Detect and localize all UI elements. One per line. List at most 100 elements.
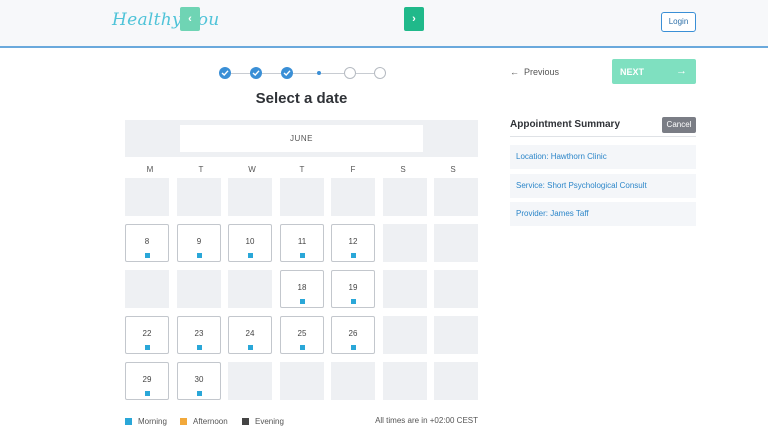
calendar-day-30[interactable]: 30 — [177, 362, 221, 400]
calendar-day-29[interactable]: 29 — [125, 362, 169, 400]
calendar-day-23[interactable]: 23 — [177, 316, 221, 354]
month-navigator: JUNE — [125, 120, 478, 157]
summary-provider: Provider: James Taff — [510, 202, 696, 226]
calendar-cell-empty — [228, 362, 272, 400]
cancel-button[interactable]: Cancel — [662, 117, 696, 133]
day-number: 8 — [144, 237, 150, 246]
day-number: 23 — [194, 329, 204, 338]
calendar-day-26[interactable]: 26 — [331, 316, 375, 354]
step-connector — [293, 73, 317, 74]
calendar-day-24[interactable]: 24 — [228, 316, 272, 354]
next-month-button[interactable]: › — [404, 7, 424, 31]
calendar-cell-empty — [125, 270, 169, 308]
progress-stepper — [219, 66, 386, 80]
month-label: JUNE — [290, 134, 313, 143]
calendar-cell-empty — [383, 362, 427, 400]
calendar-cell-empty — [383, 316, 427, 354]
morning-slot-marker — [300, 299, 305, 304]
morning-slot-marker — [197, 391, 202, 396]
header: Healthy You Login — [0, 0, 768, 48]
calendar-cell-empty — [280, 362, 324, 400]
login-button[interactable]: Login — [661, 12, 696, 32]
divider — [510, 136, 696, 137]
morning-slot-marker — [351, 345, 356, 350]
calendar-cell-empty — [331, 178, 375, 216]
morning-slot-marker — [248, 253, 253, 258]
calendar-cell-empty — [434, 178, 478, 216]
morning-slot-marker — [145, 345, 150, 350]
step-pending — [344, 67, 356, 79]
step-connector — [231, 73, 250, 74]
day-number: 26 — [348, 329, 358, 338]
weekday-label: S — [400, 165, 406, 174]
calendar-day-22[interactable]: 22 — [125, 316, 169, 354]
day-number: 9 — [196, 237, 202, 246]
day-number: 29 — [142, 375, 152, 384]
day-number: 22 — [142, 329, 152, 338]
legend-evening-label: Evening — [255, 417, 284, 426]
morning-slot-marker — [351, 253, 356, 258]
day-number: 11 — [297, 237, 307, 246]
legend-afternoon-label: Afternoon — [193, 417, 228, 426]
calendar-day-19[interactable]: 19 — [331, 270, 375, 308]
calendar-cell-empty — [177, 178, 221, 216]
day-number: 24 — [245, 329, 255, 338]
logo[interactable]: Healthy You — [112, 10, 219, 30]
calendar-cell-empty — [434, 224, 478, 262]
weekday-label: S — [450, 165, 456, 174]
calendar-cell-empty — [280, 178, 324, 216]
calendar-cell-empty — [228, 270, 272, 308]
calendar-cell-empty — [331, 362, 375, 400]
weekday-label: W — [248, 165, 256, 174]
calendar-day-8[interactable]: 8 — [125, 224, 169, 262]
back-arrow-icon: ← — [510, 67, 519, 77]
morning-slot-marker — [145, 391, 150, 396]
morning-slot-marker — [300, 345, 305, 350]
weekday-label: T — [299, 165, 305, 174]
calendar-cell-empty — [383, 178, 427, 216]
next-button[interactable]: NEXT → — [612, 59, 696, 84]
step-connector — [321, 73, 344, 74]
day-number: 10 — [245, 237, 255, 246]
calendar-day-11[interactable]: 11 — [280, 224, 324, 262]
summary-title: Appointment Summary — [510, 119, 621, 130]
calendar-cell-empty — [434, 270, 478, 308]
next-label: NEXT — [620, 67, 645, 77]
step-complete-check-icon — [219, 67, 231, 79]
morning-slot-marker — [248, 345, 253, 350]
previous-link[interactable]: ← Previous — [510, 67, 559, 77]
calendar-cell-empty — [434, 316, 478, 354]
day-number: 19 — [348, 283, 358, 292]
day-number: 12 — [348, 237, 358, 246]
forward-arrow-icon: → — [676, 65, 687, 77]
timezone-note: All times are in +02:00 CEST — [375, 416, 478, 425]
step-complete-check-icon — [281, 67, 293, 79]
calendar-cell-empty — [383, 270, 427, 308]
morning-slot-marker — [197, 253, 202, 258]
weekday-label: T — [198, 165, 204, 174]
afternoon-color-swatch — [180, 418, 187, 425]
page-title: Select a date — [255, 90, 348, 107]
calendar-cell-empty — [177, 270, 221, 308]
calendar-day-18[interactable]: 18 — [280, 270, 324, 308]
calendar-cell-empty — [383, 224, 427, 262]
morning-slot-marker — [145, 253, 150, 258]
weekday-label: F — [350, 165, 356, 174]
calendar-day-10[interactable]: 10 — [228, 224, 272, 262]
step-pending — [374, 67, 386, 79]
step-connector — [262, 73, 281, 74]
morning-color-swatch — [125, 418, 132, 425]
previous-month-button[interactable]: ‹ — [180, 7, 200, 31]
legend-morning: Morning — [125, 417, 167, 427]
day-number: 30 — [194, 375, 204, 384]
calendar-day-25[interactable]: 25 — [280, 316, 324, 354]
legend-afternoon: Afternoon — [180, 417, 228, 427]
calendar-day-12[interactable]: 12 — [331, 224, 375, 262]
day-number: 18 — [297, 283, 307, 292]
evening-color-swatch — [242, 418, 249, 425]
previous-label: Previous — [524, 67, 560, 77]
step-connector — [356, 73, 374, 74]
month-display: JUNE — [180, 125, 423, 152]
morning-slot-marker — [197, 345, 202, 350]
calendar-day-9[interactable]: 9 — [177, 224, 221, 262]
